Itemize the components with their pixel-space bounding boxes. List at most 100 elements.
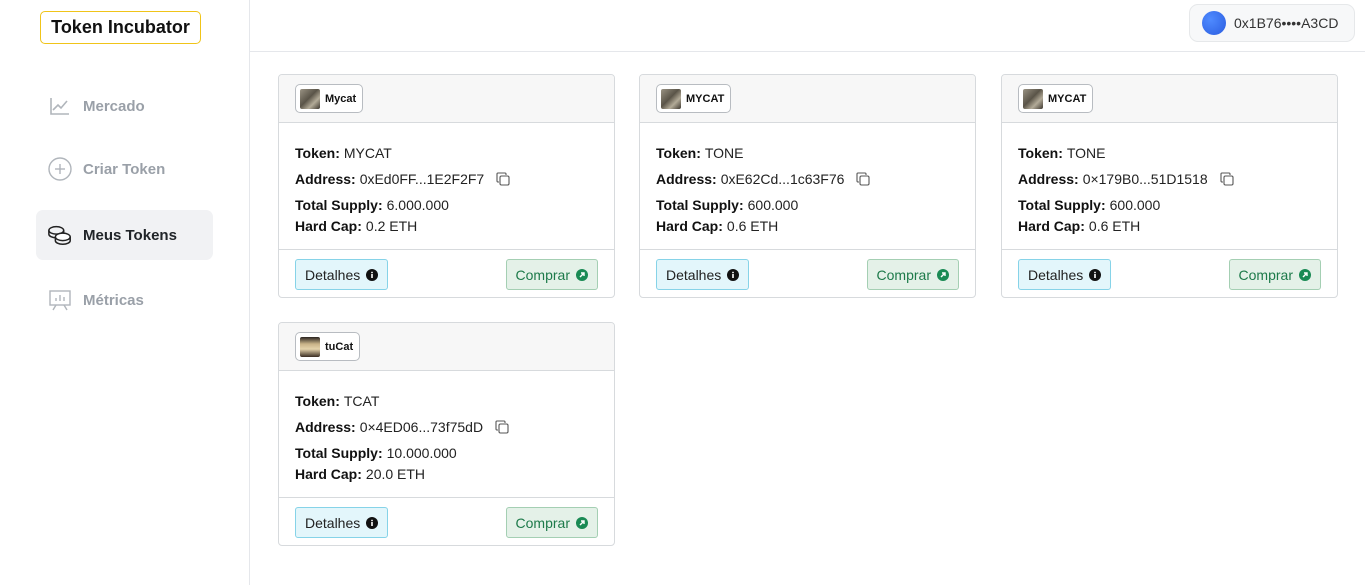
sidebar-item-label: Meus Tokens — [83, 226, 177, 244]
card-footer: Detalhes Comprar — [279, 498, 614, 545]
supply-label: Total Supply: — [295, 444, 383, 461]
arrow-up-right-icon — [576, 268, 588, 281]
token-image — [661, 88, 681, 109]
token-name: tuCat — [325, 340, 354, 353]
token-label: Token: — [1018, 144, 1063, 161]
buy-button[interactable]: Comprar — [1228, 259, 1321, 290]
buy-button[interactable]: Comprar — [505, 259, 598, 290]
total-supply: 600.000 — [747, 196, 799, 213]
total-supply: 10.000.000 — [386, 444, 457, 461]
chart-line-icon — [47, 93, 73, 119]
address-row: Address: 0xEd0FF...1E2F2F7 — [295, 168, 598, 189]
details-label: Detalhes — [305, 514, 361, 531]
hard-cap: 20.0 ETH — [365, 465, 426, 482]
sidebar-item-meus-tokens[interactable]: Meus Tokens — [36, 210, 213, 260]
token-name: Mycat — [325, 92, 357, 105]
token-card: MYCAT Token: TONE Address: 0xE62Cd...1c63F… — [639, 74, 976, 298]
plus-circle-icon — [47, 156, 73, 182]
token-chip: tuCat — [295, 332, 361, 361]
token-symbol: TONE — [704, 144, 744, 161]
card-header: MYCAT — [640, 75, 975, 123]
hardcap-label: Hard Cap: — [656, 217, 723, 234]
address-label: Address: — [295, 170, 356, 187]
info-icon — [366, 516, 379, 529]
app-logo[interactable]: Token Incubator — [40, 11, 201, 44]
card-body: Token: TONE Address: 0×179B0...51D1518 Tot… — [1002, 123, 1337, 250]
sidebar-item-metricas[interactable]: Métricas — [36, 275, 213, 325]
token-name: MYCAT — [686, 92, 725, 105]
token-row: Token: MYCAT — [295, 142, 598, 163]
card-footer: Detalhes Comprar — [1002, 250, 1337, 297]
buy-button[interactable]: Comprar — [866, 259, 959, 290]
address-row: Address: 0×4ED06...73f75dD — [295, 416, 598, 437]
token-address: 0×179B0...51D1518 — [1082, 170, 1208, 187]
details-button[interactable]: Detalhes — [1018, 259, 1112, 290]
supply-row: Total Supply: 600.000 — [1018, 194, 1321, 215]
token-address: 0×4ED06...73f75dD — [359, 418, 484, 435]
info-icon — [366, 268, 379, 281]
token-chip: Mycat — [295, 84, 364, 113]
token-card: MYCAT Token: TONE Address: 0×179B0...51D15… — [1001, 74, 1338, 298]
hardcap-row: Hard Cap: 0.2 ETH — [295, 215, 598, 236]
buy-label: Comprar — [876, 266, 931, 283]
card-body: Token: TCAT Address: 0×4ED06...73f75dD Tot… — [279, 371, 614, 498]
address-row: Address: 0xE62Cd...1c63F76 — [656, 168, 959, 189]
card-footer: Detalhes Comprar — [279, 250, 614, 297]
details-label: Detalhes — [305, 266, 361, 283]
supply-row: Total Supply: 10.000.000 — [295, 442, 598, 463]
sidebar: Token Incubator Mercado Criar Token Meus… — [0, 0, 250, 585]
buy-button[interactable]: Comprar — [505, 507, 598, 538]
sidebar-item-label: Mercado — [83, 97, 145, 115]
address-label: Address: — [1018, 170, 1079, 187]
token-image — [300, 88, 320, 109]
wallet-avatar-icon — [1202, 11, 1226, 35]
total-supply: 6.000.000 — [386, 196, 449, 213]
arrow-up-right-icon — [1299, 268, 1311, 281]
hardcap-label: Hard Cap: — [1018, 217, 1085, 234]
copy-icon[interactable] — [856, 171, 870, 186]
copy-icon[interactable] — [496, 171, 510, 186]
details-button[interactable]: Detalhes — [295, 259, 389, 290]
card-body: Token: TONE Address: 0xE62Cd...1c63F76 Tot… — [640, 123, 975, 250]
card-header: Mycat — [279, 75, 614, 123]
address-label: Address: — [295, 418, 356, 435]
hard-cap: 0.6 ETH — [1088, 217, 1141, 234]
address-row: Address: 0×179B0...51D1518 — [1018, 168, 1321, 189]
sidebar-item-criar-token[interactable]: Criar Token — [36, 144, 213, 194]
token-chip: MYCAT — [1018, 84, 1094, 113]
token-name: MYCAT — [1048, 92, 1087, 105]
address-label: Address: — [656, 170, 717, 187]
token-symbol: TONE — [1066, 144, 1106, 161]
token-image — [1023, 88, 1043, 109]
supply-label: Total Supply: — [656, 196, 744, 213]
card-footer: Detalhes Comprar — [640, 250, 975, 297]
token-address: 0xEd0FF...1E2F2F7 — [359, 170, 485, 187]
info-icon — [727, 268, 740, 281]
copy-icon[interactable] — [495, 419, 509, 434]
hardcap-row: Hard Cap: 20.0 ETH — [295, 463, 598, 484]
hard-cap: 0.6 ETH — [726, 217, 779, 234]
wallet-button[interactable]: 0x1B76••••A3CD — [1189, 4, 1355, 42]
token-symbol: TCAT — [343, 392, 380, 409]
info-icon — [1089, 268, 1102, 281]
sidebar-item-label: Métricas — [83, 291, 144, 309]
details-label: Detalhes — [1028, 266, 1084, 283]
details-button[interactable]: Detalhes — [295, 507, 389, 538]
token-row: Token: TONE — [656, 142, 959, 163]
coins-icon — [47, 222, 73, 248]
hardcap-label: Hard Cap: — [295, 465, 362, 482]
presentation-chart-icon — [47, 287, 73, 313]
copy-icon[interactable] — [1220, 171, 1234, 186]
hardcap-label: Hard Cap: — [295, 217, 362, 234]
token-label: Token: — [656, 144, 701, 161]
hardcap-row: Hard Cap: 0.6 ETH — [656, 215, 959, 236]
sidebar-item-mercado[interactable]: Mercado — [36, 81, 213, 131]
total-supply: 600.000 — [1109, 196, 1161, 213]
details-label: Detalhes — [666, 266, 722, 283]
hard-cap: 0.2 ETH — [365, 217, 418, 234]
token-row: Token: TONE — [1018, 142, 1321, 163]
token-address: 0xE62Cd...1c63F76 — [720, 170, 845, 187]
token-image — [300, 336, 320, 357]
token-label: Token: — [295, 392, 340, 409]
details-button[interactable]: Detalhes — [656, 259, 750, 290]
